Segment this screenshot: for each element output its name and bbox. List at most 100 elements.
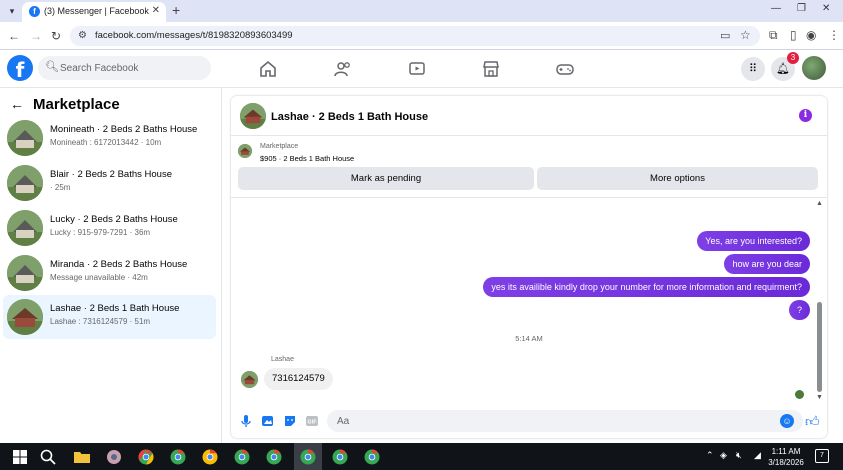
friends-icon[interactable] <box>333 59 353 79</box>
chrome-profile-icon[interactable] <box>362 447 382 467</box>
house-thumbnail <box>7 299 43 335</box>
chat-title[interactable]: Lashae · 2 Beds 1 Bath House <box>271 111 428 123</box>
microphone-icon[interactable] <box>239 414 253 428</box>
incoming-message[interactable]: 7316124579 <box>264 368 333 390</box>
house-thumbnail <box>7 255 43 291</box>
marketplace-icon[interactable] <box>481 59 501 79</box>
bookmark-star-icon[interactable]: ☆ <box>740 28 751 42</box>
sender-avatar[interactable] <box>241 371 258 388</box>
sidebar-panel-icon[interactable]: ▯ <box>790 28 797 42</box>
search-icon: 🔍︎ <box>45 61 59 73</box>
house-thumbnail <box>7 210 43 246</box>
notification-center-icon[interactable]: 7 <box>815 449 829 463</box>
account-avatar[interactable] <box>802 56 826 80</box>
chrome-profile-icon[interactable] <box>330 447 350 467</box>
mark-as-pending-button[interactable]: Mark as pending <box>238 167 534 190</box>
scroll-down-arrow-icon[interactable]: ▼ <box>816 394 823 401</box>
video-icon[interactable] <box>407 59 427 79</box>
facebook-search[interactable]: 🔍︎ <box>38 56 211 80</box>
menu-grid-icon[interactable]: ⠿ <box>741 57 765 81</box>
chrome-profile-icon[interactable] <box>168 447 188 467</box>
outgoing-message[interactable]: how are you dear <box>724 254 810 274</box>
minimize-icon[interactable]: — <box>771 3 781 14</box>
chrome-profile-icon[interactable] <box>200 447 220 467</box>
new-tab-icon[interactable]: + <box>172 2 180 18</box>
thread-name: Monineath · 2 Beds 2 Baths House <box>50 124 198 135</box>
thread-item-active[interactable]: Lashae · 2 Beds 1 Bath House Lashae : 73… <box>3 295 216 339</box>
chrome-profile-icon[interactable] <box>232 447 252 467</box>
chrome-profile-icon[interactable] <box>298 447 318 467</box>
browser-tab-messenger[interactable]: f (3) Messenger | Facebook ✕ <box>22 2 166 22</box>
extensions-puzzle-icon[interactable]: ⧉ <box>769 28 778 43</box>
app-icon[interactable] <box>104 447 124 467</box>
tab-search-chevron-icon[interactable]: ▾ <box>5 4 19 18</box>
reload-icon[interactable]: ↻ <box>51 29 61 43</box>
windows-taskbar: ⌃ ◈ 🔇︎ ◢ 1:11 AM 3/18/2026 7 <box>0 443 843 470</box>
url-text[interactable]: facebook.com/messages/t/8198320893603499 <box>95 30 293 41</box>
listing-price: $905 · 2 Beds 1 Bath House <box>260 154 355 163</box>
chat-panel: Lashae · 2 Beds 1 Bath House i Marketpla… <box>231 96 827 438</box>
outgoing-message[interactable]: ? <box>788 300 810 320</box>
scroll-thumb[interactable] <box>817 302 822 392</box>
tray-app-icon[interactable]: ◈ <box>720 450 727 461</box>
forward-arrow-icon[interactable]: → <box>30 29 42 43</box>
outgoing-message[interactable]: yes its availible kindly drop your numbe… <box>483 277 810 297</box>
windows-start-icon[interactable] <box>10 447 30 467</box>
chrome-profile-icon[interactable] <box>264 447 284 467</box>
restore-icon[interactable]: ❐ <box>797 3 806 14</box>
thumbs-up-icon[interactable]: 👍︎ <box>805 413 820 430</box>
back-arrow-icon[interactable]: ← <box>8 29 20 43</box>
speaker-mute-icon[interactable]: 🔇︎ <box>736 450 742 461</box>
outgoing-message[interactable]: Yes, are you interested? <box>697 231 810 251</box>
notification-count-badge: 3 <box>787 52 799 64</box>
clock-date: 3/18/2026 <box>768 458 804 467</box>
svg-text:GIF: GIF <box>307 420 317 426</box>
thread-name: Miranda · 2 Beds 2 Baths House <box>50 259 188 270</box>
thread-item[interactable]: Monineath · 2 Beds 2 Baths House Moninea… <box>3 116 216 160</box>
search-icon[interactable] <box>38 447 58 467</box>
thread-item[interactable]: Miranda · 2 Beds 2 Baths House Message u… <box>3 251 216 295</box>
message-input[interactable] <box>327 410 803 432</box>
facebook-logo-icon[interactable]: f <box>7 55 33 82</box>
listing-banner: Marketplace $905 · 2 Beds 1 Bath House M… <box>231 136 827 198</box>
tray-chevron-up-icon[interactable]: ⌃ <box>706 450 714 461</box>
thread-meta: Monineath : 6172013442 · 10m <box>50 138 162 147</box>
emoji-icon[interactable]: ☺ <box>780 414 794 428</box>
thread-meta: · 25m <box>50 183 71 192</box>
chat-avatar[interactable] <box>240 103 266 129</box>
browser-tab-strip: ▾ f (3) Messenger | Facebook ✕ + — ❐ ✕ <box>0 0 843 22</box>
listing-thumbnail[interactable] <box>238 144 252 158</box>
cast-icon[interactable]: ▭ <box>720 29 730 42</box>
tab-close-icon[interactable]: ✕ <box>152 5 160 16</box>
window-close-icon[interactable]: ✕ <box>822 3 830 14</box>
profile-icon[interactable]: ◉ <box>806 28 816 42</box>
message-composer: GIF ☺ 👍︎ <box>231 402 827 438</box>
system-clock[interactable]: 1:11 AM 3/18/2026 <box>765 446 807 468</box>
gaming-icon[interactable] <box>555 59 575 79</box>
more-options-button[interactable]: More options <box>537 167 818 190</box>
message-scrollbar[interactable]: ▲ ▼ <box>816 200 824 401</box>
address-bar[interactable]: ⚙ facebook.com/messages/t/81983208936034… <box>70 26 760 46</box>
info-icon[interactable]: i <box>799 109 812 122</box>
browser-toolbar: ← → ↻ ⚙ facebook.com/messages/t/81983208… <box>0 22 843 50</box>
chat-header: Lashae · 2 Beds 1 Bath House i <box>231 96 827 136</box>
thread-meta: Lashae : 7316124579 · 51m <box>50 317 151 326</box>
message-list[interactable]: Yes, are you interested? how are you dea… <box>231 198 827 402</box>
chrome-icon[interactable] <box>136 447 156 467</box>
network-icon[interactable]: ◢ <box>754 450 761 461</box>
thread-item[interactable]: Blair · 2 Beds 2 Baths House · 25m <box>3 161 216 205</box>
gif-icon[interactable]: GIF <box>305 414 319 428</box>
file-explorer-icon[interactable] <box>72 447 92 467</box>
thread-item[interactable]: Lucky · 2 Beds 2 Baths House Lucky : 915… <box>3 206 216 250</box>
thread-name: Lucky · 2 Beds 2 Baths House <box>50 214 178 225</box>
browser-menu-icon[interactable]: ⋮ <box>828 28 840 42</box>
search-input[interactable] <box>60 59 205 77</box>
site-info-icon[interactable]: ⚙ <box>78 30 87 41</box>
home-icon[interactable] <box>258 59 278 79</box>
scroll-up-arrow-icon[interactable]: ▲ <box>816 200 823 207</box>
sticker-icon[interactable] <box>283 414 297 428</box>
message-timestamp: 5:14 AM <box>515 334 543 343</box>
thread-meta: Lucky : 915-979-7291 · 36m <box>50 228 151 237</box>
photo-gallery-icon[interactable] <box>261 414 275 428</box>
back-arrow-icon[interactable]: ← <box>10 96 24 112</box>
